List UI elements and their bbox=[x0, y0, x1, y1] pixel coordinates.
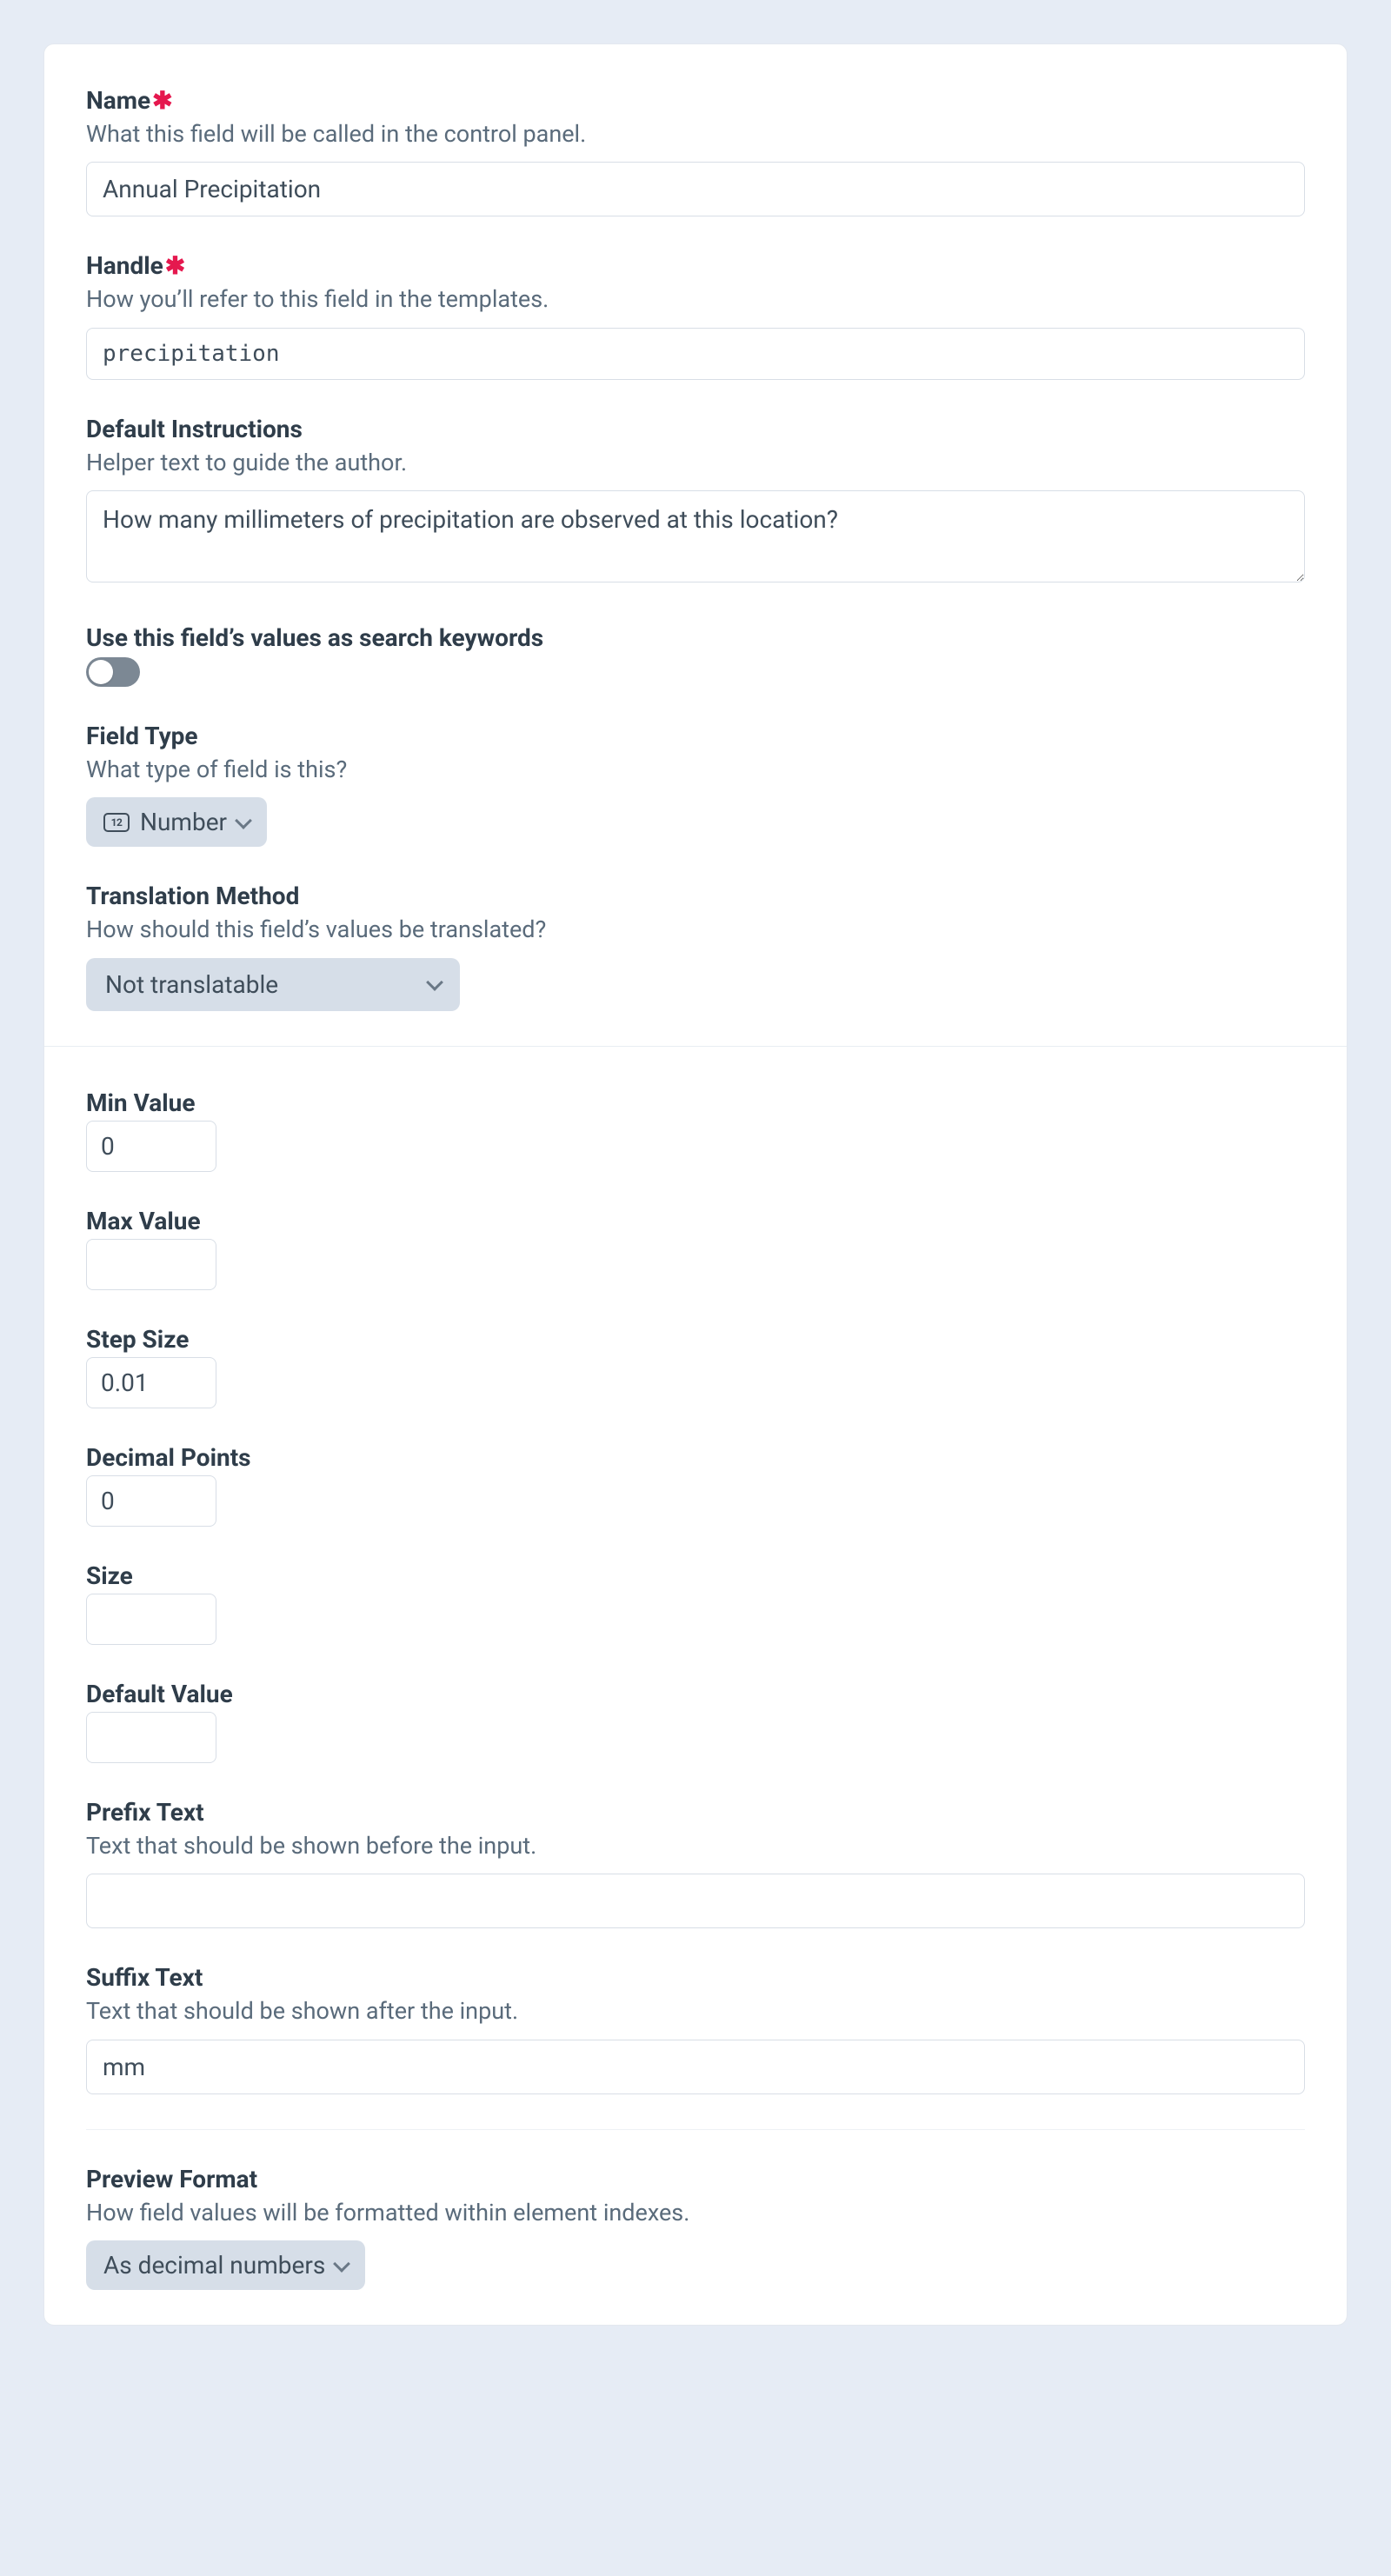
max-value-input[interactable] bbox=[86, 1239, 216, 1290]
step-size-label: Step Size bbox=[86, 1325, 1305, 1354]
handle-label: Handle✱ bbox=[86, 251, 1305, 280]
min-value-input[interactable] bbox=[86, 1121, 216, 1172]
translation-group: Translation Method How should this field… bbox=[86, 882, 1305, 1010]
field-type-group: Field Type What type of field is this? 1… bbox=[86, 722, 1305, 847]
preview-format-help: How field values will be formatted withi… bbox=[86, 2197, 1305, 2228]
search-group: Use this field’s values as search keywor… bbox=[86, 623, 1305, 687]
field-type-label: Field Type bbox=[86, 722, 1305, 750]
number-icon: 12 bbox=[103, 813, 130, 832]
search-label: Use this field’s values as search keywor… bbox=[86, 623, 1305, 652]
min-value-label: Min Value bbox=[86, 1088, 1305, 1117]
name-input[interactable] bbox=[86, 162, 1305, 216]
instructions-label: Default Instructions bbox=[86, 415, 1305, 443]
prefix-label: Prefix Text bbox=[86, 1798, 1305, 1827]
prefix-help: Text that should be shown before the inp… bbox=[86, 1830, 1305, 1861]
general-section: Name✱ What this field will be called in … bbox=[44, 44, 1347, 1046]
preview-format-label: Preview Format bbox=[86, 2165, 1305, 2193]
name-help: What this field will be called in the co… bbox=[86, 118, 1305, 150]
decimal-points-group: Decimal Points bbox=[86, 1443, 1305, 1527]
size-group: Size bbox=[86, 1561, 1305, 1645]
suffix-label: Suffix Text bbox=[86, 1963, 1305, 1992]
decimal-points-input[interactable] bbox=[86, 1475, 216, 1527]
preview-format-group: Preview Format How field values will be … bbox=[86, 2165, 1305, 2290]
step-size-group: Step Size bbox=[86, 1325, 1305, 1408]
required-marker: ✱ bbox=[165, 251, 185, 280]
translation-value: Not translatable bbox=[105, 970, 278, 999]
suffix-group: Suffix Text Text that should be shown af… bbox=[86, 1963, 1305, 2093]
field-settings-panel: Name✱ What this field will be called in … bbox=[43, 43, 1348, 2326]
size-input[interactable] bbox=[86, 1594, 216, 1645]
preview-format-value: As decimal numbers bbox=[103, 2251, 325, 2280]
name-label-text: Name bbox=[86, 86, 150, 115]
field-type-select[interactable]: 12 Number bbox=[86, 797, 267, 847]
handle-help: How you’ll refer to this field in the te… bbox=[86, 283, 1305, 315]
name-group: Name✱ What this field will be called in … bbox=[86, 86, 1305, 216]
suffix-help: Text that should be shown after the inpu… bbox=[86, 1995, 1305, 2027]
instructions-input[interactable]: How many millimeters of precipitation ar… bbox=[86, 490, 1305, 582]
chevron-down-icon bbox=[235, 812, 252, 829]
required-marker: ✱ bbox=[152, 86, 172, 115]
max-value-group: Max Value bbox=[86, 1207, 1305, 1290]
translation-label: Translation Method bbox=[86, 882, 1305, 910]
number-settings-section: Min Value Max Value Step Size Decimal Po… bbox=[44, 1046, 1347, 2325]
decimal-points-label: Decimal Points bbox=[86, 1443, 1305, 1472]
chevron-down-icon bbox=[426, 974, 443, 991]
chevron-down-icon bbox=[333, 2255, 350, 2273]
suffix-input[interactable] bbox=[86, 2040, 1305, 2094]
min-value-group: Min Value bbox=[86, 1088, 1305, 1172]
prefix-group: Prefix Text Text that should be shown be… bbox=[86, 1798, 1305, 1928]
size-label: Size bbox=[86, 1561, 1305, 1590]
max-value-label: Max Value bbox=[86, 1207, 1305, 1235]
instructions-group: Default Instructions Helper text to guid… bbox=[86, 415, 1305, 589]
prefix-input[interactable] bbox=[86, 1874, 1305, 1928]
default-value-input[interactable] bbox=[86, 1712, 216, 1763]
field-type-help: What type of field is this? bbox=[86, 754, 1305, 785]
field-type-value: Number bbox=[140, 808, 227, 836]
preview-format-select[interactable]: As decimal numbers bbox=[86, 2240, 365, 2290]
search-toggle[interactable] bbox=[86, 657, 140, 687]
step-size-input[interactable] bbox=[86, 1357, 216, 1408]
handle-input[interactable] bbox=[86, 328, 1305, 380]
translation-help: How should this field’s values be transl… bbox=[86, 914, 1305, 945]
translation-select[interactable]: Not translatable bbox=[86, 958, 460, 1011]
toggle-knob bbox=[89, 660, 113, 684]
default-value-label: Default Value bbox=[86, 1680, 1305, 1708]
section-divider bbox=[86, 2129, 1305, 2130]
instructions-help: Helper text to guide the author. bbox=[86, 447, 1305, 478]
handle-label-text: Handle bbox=[86, 251, 163, 280]
name-label: Name✱ bbox=[86, 86, 1305, 115]
handle-group: Handle✱ How you’ll refer to this field i… bbox=[86, 251, 1305, 379]
default-value-group: Default Value bbox=[86, 1680, 1305, 1763]
